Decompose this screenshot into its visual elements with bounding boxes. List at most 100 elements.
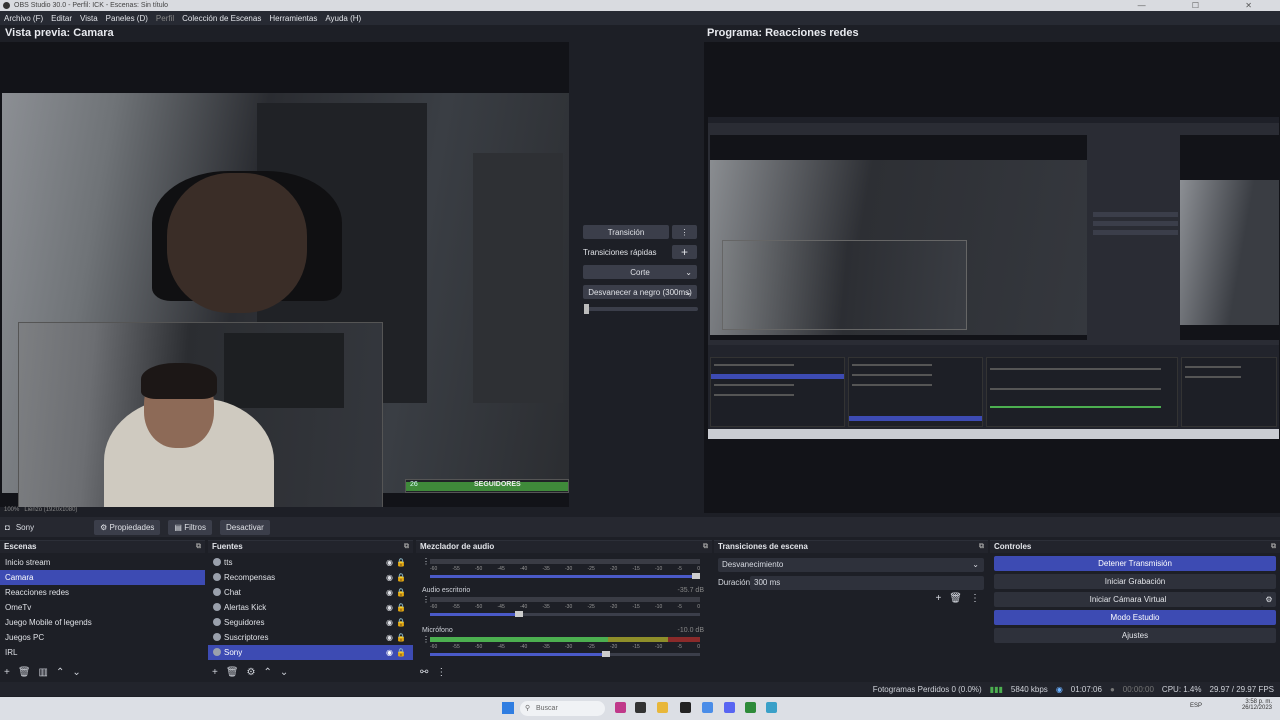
lock-icon[interactable]: 🔒 [396,570,406,585]
add-quick-transition-icon[interactable]: + [672,245,697,259]
arrow-down-icon[interactable]: ⌄ [72,667,80,678]
windows-start-icon[interactable] [502,702,514,714]
zoom-level[interactable]: 100% [4,507,19,513]
trash-icon[interactable]: 🗑 [18,667,31,678]
filter-icon[interactable]: ▥ [39,667,48,678]
scene-item[interactable]: IRL [0,645,205,660]
add-icon[interactable]: + [212,667,218,678]
volume-slider[interactable] [430,573,700,579]
eye-icon[interactable]: ◉ [386,645,393,660]
source-item[interactable]: tts ◉ 🔒 [208,555,413,570]
studio-mode-button[interactable]: Modo Estudio [994,610,1276,625]
dock-float-icon[interactable]: ⧉ [196,541,201,553]
properties-button[interactable]: ⚙ Propiedades [94,519,161,535]
trash-icon[interactable]: 🗑 [226,667,239,678]
link-icon[interactable]: ⚯ [420,667,428,678]
fade-black-button[interactable]: Desvanecer a negro (300ms) ⌄ [583,285,697,299]
scene-item[interactable]: OmeTv [0,600,205,615]
dock-float-icon[interactable]: ⧉ [979,541,984,553]
eye-icon[interactable]: ◉ [386,570,393,585]
scale-tick: -30 [565,604,573,610]
filters-button[interactable]: ▤ Filtros [168,519,212,535]
lock-icon[interactable]: 🔒 [396,615,406,630]
lock-icon[interactable]: 🔒 [396,600,406,615]
lock-icon[interactable]: 🔒 [396,585,406,600]
menu-editar[interactable]: Editar [47,14,76,23]
app-icon[interactable] [766,702,777,713]
eye-icon[interactable]: ◉ [386,555,393,570]
lock-icon[interactable]: 🔒 [396,555,406,570]
app-icon[interactable] [635,702,646,713]
dock-float-icon[interactable]: ⧉ [404,541,409,553]
clock[interactable]: 3:58 p. m. 26/12/2023 [1242,699,1272,711]
scenes-title: Escenas [4,542,37,551]
scale-tick: -50 [475,644,483,650]
source-item[interactable]: Sony ◉ 🔒 [208,645,413,660]
menu-archivo[interactable]: Archivo (F) [0,14,47,23]
folder-icon[interactable] [657,702,668,713]
lock-icon[interactable]: 🔒 [396,630,406,645]
scene-item[interactable]: Reacciones redes [0,585,205,600]
gear-icon[interactable]: ⚙ [1262,592,1276,607]
app-icon[interactable] [615,702,626,713]
tbar-slider[interactable] [584,304,698,314]
add-icon[interactable]: + [4,667,10,678]
source-item[interactable]: Recompensas ◉ 🔒 [208,570,413,585]
volume-slider[interactable] [430,611,700,617]
discord-icon[interactable] [724,702,735,713]
source-item[interactable]: Alertas Kick ◉ 🔒 [208,600,413,615]
lock-icon[interactable]: 🔒 [396,645,406,660]
cut-button[interactable]: Corte ⌄ [583,265,697,279]
transition-select[interactable]: Desvanecimiento ⌄ [718,558,984,572]
preview-canvas[interactable]: 26 SEGUIDORES [0,42,569,507]
scene-item[interactable]: Inicio stream [0,555,205,570]
stop-stream-button[interactable]: Detener Transmisión [994,556,1276,571]
eye-icon[interactable]: ◉ [386,615,393,630]
transition-menu-icon[interactable]: ⋮ [672,225,697,239]
channel-menu-icon[interactable]: ⋮ [422,635,430,644]
trash-icon[interactable]: 🗑 [949,593,962,604]
deactivate-button[interactable]: Desactivar [219,519,270,535]
menu-dots-icon[interactable]: ⋮ [970,593,980,604]
minecraft-icon[interactable] [745,702,756,713]
start-virtual-camera-button[interactable]: Iniciar Cámara Virtual [994,592,1262,607]
menu-paneles[interactable]: Paneles (D) [102,14,152,23]
volume-slider[interactable] [430,651,700,657]
menu-dots-icon[interactable]: ⋮ [436,667,446,678]
channel-menu-icon[interactable]: ⋮ [422,595,430,604]
menu-coleccion[interactable]: Colección de Escenas [178,14,265,23]
dock-float-icon[interactable]: ⧉ [1271,541,1276,553]
gear-icon[interactable]: ⚙ [247,667,256,678]
obs-icon[interactable] [680,702,691,713]
arrow-down-icon[interactable]: ⌄ [280,667,288,678]
language-indicator[interactable]: ESP [1190,703,1202,709]
source-item[interactable]: Suscriptores ◉ 🔒 [208,630,413,645]
taskbar-search[interactable]: ⚲ Buscar [520,701,605,716]
chrome-icon[interactable] [702,702,713,713]
arrow-up-icon[interactable]: ⌃ [264,667,272,678]
menu-perfil[interactable]: Perfil [152,14,178,23]
window-controls[interactable]: — ☐ ✕ [1138,0,1274,11]
transition-button[interactable]: Transición [583,225,669,239]
eye-icon[interactable]: ◉ [386,600,393,615]
tbar-handle[interactable] [584,304,589,314]
source-item[interactable]: Seguidores ◉ 🔒 [208,615,413,630]
menu-ayuda[interactable]: Ayuda (H) [321,14,365,23]
menu-herramientas[interactable]: Herramientas [265,14,321,23]
start-recording-button[interactable]: Iniciar Grabación [994,574,1276,589]
duration-input[interactable]: 300 ms [750,576,984,590]
channel-menu-icon[interactable]: ⋮ [422,557,430,566]
scene-item[interactable]: Camara [0,570,205,585]
eye-icon[interactable]: ◉ [386,585,393,600]
sony-camera-source[interactable] [18,322,383,507]
scene-item[interactable]: Juego Mobile of legends [0,615,205,630]
arrow-up-icon[interactable]: ⌃ [56,667,64,678]
dock-float-icon[interactable]: ⧉ [703,541,708,553]
settings-button[interactable]: Ajustes [994,628,1276,643]
source-item[interactable]: Chat ◉ 🔒 [208,585,413,600]
scene-item[interactable]: Juegos PC [0,630,205,645]
add-icon[interactable]: + [935,593,941,604]
follower-goal-bar[interactable]: 26 SEGUIDORES [405,479,569,493]
menu-vista[interactable]: Vista [76,14,102,23]
eye-icon[interactable]: ◉ [386,630,393,645]
